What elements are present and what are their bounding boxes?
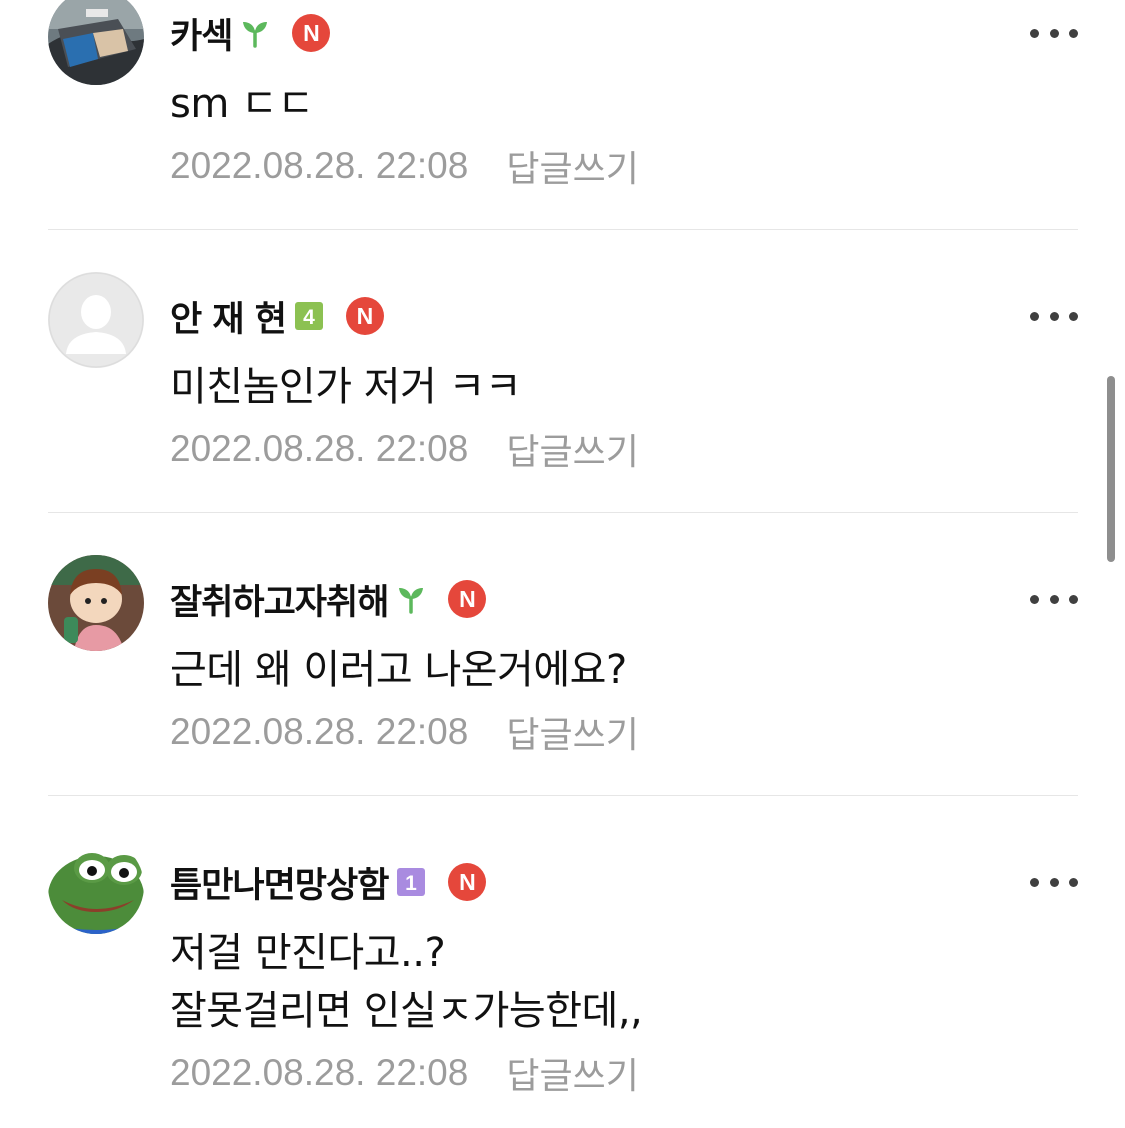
comment-time: 2022.08.28. 22:08 xyxy=(170,145,469,186)
comment-item: 안 재 현 4 N 미친놈인가 저거 ㅋㅋ 2022.08.28. 22:08 … xyxy=(0,230,1125,513)
comment-text-line: 저걸 만진다고..? xyxy=(170,930,446,976)
sprout-icon xyxy=(396,584,426,614)
more-options-icon[interactable] xyxy=(1030,308,1078,324)
author-name[interactable]: 카섹 xyxy=(170,8,233,59)
comment-text: sm ㄷㄷ xyxy=(170,81,314,127)
reply-button[interactable]: 답글쓰기 xyxy=(506,140,638,192)
default-user-avatar[interactable] xyxy=(48,272,144,368)
comment-meta: 2022.08.28. 22:08 답글쓰기 xyxy=(170,1048,639,1098)
author-name[interactable]: 잘취하고자취해 xyxy=(170,574,389,625)
more-options-icon[interactable] xyxy=(1030,591,1078,607)
comment-header: 틈만나면망상함 1 N xyxy=(170,857,487,908)
comment-time: 2022.08.28. 22:08 xyxy=(170,1052,469,1093)
author-name[interactable]: 틈만나면망상함 xyxy=(170,857,389,908)
comment-item: 틈만나면망상함 1 N 저걸 만진다고..? 잘못걸리면 인실ㅈ가능한데,, 2… xyxy=(0,796,1125,1097)
new-badge: N xyxy=(345,297,384,335)
more-options-icon[interactable] xyxy=(1030,25,1078,41)
reply-button[interactable]: 답글쓰기 xyxy=(506,423,638,475)
level-4-icon: 4 xyxy=(294,301,324,331)
comment-header: 카섹 N xyxy=(170,8,331,59)
car-photo-avatar[interactable] xyxy=(48,0,144,85)
comment-time: 2022.08.28. 22:08 xyxy=(170,428,469,469)
comment-item: 카섹 N sm ㄷㄷ 2022.08.28. 22:08 답글쓰기 xyxy=(0,0,1125,230)
new-badge: N xyxy=(448,580,487,618)
comment-text: 근데 왜 이러고 나온거에요? xyxy=(170,647,627,693)
scrollbar[interactable] xyxy=(1107,376,1115,562)
new-badge: N xyxy=(292,14,331,52)
level-1-icon: 1 xyxy=(396,867,426,897)
frog-avatar[interactable] xyxy=(48,838,144,934)
comment-text: 저걸 만진다고..? 잘못걸리면 인실ㅈ가능한데,, xyxy=(170,924,1070,1040)
reply-button[interactable]: 답글쓰기 xyxy=(506,1047,638,1099)
anime-girl-avatar[interactable] xyxy=(48,555,144,651)
new-badge: N xyxy=(448,863,487,901)
comment-meta: 2022.08.28. 22:08 답글쓰기 xyxy=(170,424,639,474)
comment-text-line: 잘못걸리면 인실ㅈ가능한데,, xyxy=(170,988,643,1034)
comment-meta: 2022.08.28. 22:08 답글쓰기 xyxy=(170,707,639,757)
comment-header: 잘취하고자취해 N xyxy=(170,574,487,625)
level-value: 4 xyxy=(303,306,315,329)
more-options-icon[interactable] xyxy=(1030,874,1078,890)
author-name[interactable]: 안 재 현 xyxy=(170,291,287,342)
comment-time: 2022.08.28. 22:08 xyxy=(170,711,469,752)
comment-item: 잘취하고자취해 N 근데 왜 이러고 나온거에요? 2022.08.28. 22… xyxy=(0,513,1125,796)
reply-button[interactable]: 답글쓰기 xyxy=(506,706,638,758)
level-value: 1 xyxy=(406,872,418,895)
sprout-icon xyxy=(240,18,270,48)
comment-text: 미친놈인가 저거 ㅋㅋ xyxy=(170,364,522,410)
comment-meta: 2022.08.28. 22:08 답글쓰기 xyxy=(170,141,639,191)
comment-header: 안 재 현 4 N xyxy=(170,292,384,340)
